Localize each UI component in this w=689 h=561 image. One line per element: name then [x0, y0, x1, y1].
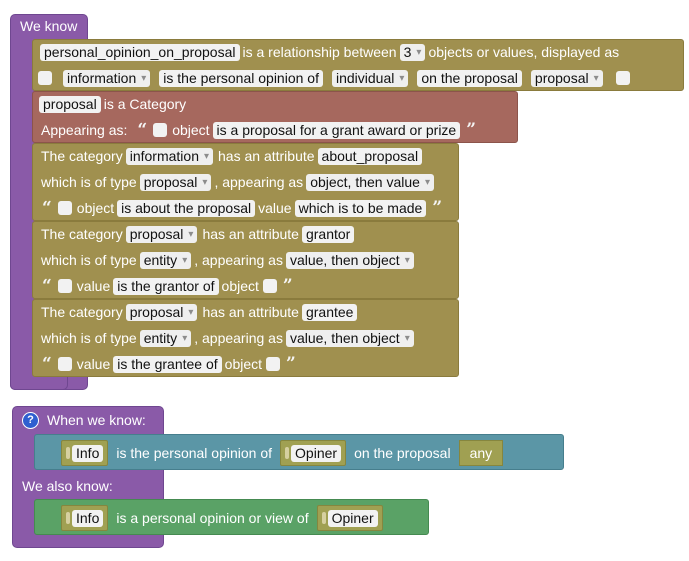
attr1-category-dropdown[interactable]: information — [125, 147, 214, 165]
role1-dropdown[interactable]: information — [63, 69, 151, 87]
plug-icon — [321, 512, 326, 524]
also-text1: is a personal opinion or view of — [116, 510, 309, 526]
we-know-label: We know — [20, 18, 78, 34]
open-quote-icon: “ — [137, 120, 148, 140]
also-var1-pill[interactable]: Info — [61, 505, 109, 531]
plug-icon — [285, 447, 290, 459]
attr3-order-dropdown[interactable]: value, then object — [285, 329, 414, 347]
also-var2-field[interactable]: Opiner — [327, 509, 378, 527]
plug-icon — [66, 447, 70, 459]
relationship-name-field[interactable]: personal_opinion_on_proposal — [40, 43, 240, 61]
attr3-first-word: value — [76, 356, 111, 372]
when-var2-pill[interactable]: Opiner — [280, 440, 347, 466]
attr1-checkbox[interactable] — [57, 201, 72, 215]
relationship-end-checkbox[interactable] — [615, 71, 630, 85]
attr1-first-word: object — [76, 200, 115, 216]
category-block[interactable]: proposal is a Category Appearing as: “ o… — [32, 91, 518, 143]
attr2-type-text: which is of type — [41, 252, 137, 268]
category-name-field[interactable]: proposal — [39, 95, 101, 113]
arity-dropdown[interactable]: 3 — [399, 43, 426, 61]
attr2-category-dropdown[interactable]: proposal — [125, 225, 198, 243]
also-var1-field[interactable]: Info — [72, 509, 104, 527]
attr2-phrase-field[interactable]: is the grantor of — [113, 277, 219, 295]
when-var3-pill[interactable]: any — [458, 440, 504, 466]
attr3-second-word: object — [224, 356, 263, 372]
category-checkbox[interactable] — [153, 123, 168, 137]
attr1-appearing-text: , appearing as — [214, 174, 304, 190]
attr3-has-attr: has an attribute — [202, 304, 299, 320]
attribute-block-3[interactable]: The category proposal has an attribute g… — [32, 299, 459, 377]
we-know-header: We know — [20, 15, 77, 37]
phrase2-field[interactable]: on the proposal — [417, 69, 522, 87]
help-icon[interactable]: ? — [22, 411, 39, 429]
relationship-block[interactable]: personal_opinion_on_proposal is a relati… — [32, 39, 684, 91]
attr1-close-quote-icon: ” — [432, 198, 443, 218]
attr1-prefix: The category — [41, 148, 123, 164]
attr2-tail-field[interactable] — [262, 279, 277, 293]
attr3-close-quote-icon: ” — [286, 354, 296, 374]
attr2-second-word: object — [221, 278, 259, 294]
attr3-appearing-text: , appearing as — [194, 330, 283, 346]
also-header: We also know: — [22, 475, 113, 497]
reorder-checkbox[interactable] — [38, 71, 52, 85]
attr2-order-dropdown[interactable]: value, then object — [285, 251, 414, 269]
attr2-first-word: value — [76, 278, 111, 294]
attr3-open-quote-icon: “ — [42, 354, 52, 374]
also-var2-pill[interactable]: Opiner — [316, 505, 383, 531]
attr1-tail-field[interactable]: which is to be made — [294, 199, 427, 217]
appearing-as-label: Appearing as: — [41, 122, 128, 138]
attr1-phrase-field[interactable]: is about the proposal — [117, 199, 256, 217]
role3-dropdown[interactable]: proposal — [530, 69, 603, 87]
attr2-close-quote-icon: ” — [282, 276, 293, 296]
relationship-displayed-text: objects or values, displayed as — [428, 44, 620, 60]
attr2-open-quote-icon: “ — [42, 276, 52, 296]
attr3-prefix: The category — [41, 304, 123, 320]
close-quote-icon: ” — [466, 120, 477, 140]
phrase1-field[interactable]: is the personal opinion of — [159, 69, 323, 87]
attr3-type-dropdown[interactable]: entity — [139, 329, 192, 347]
attr2-type-dropdown[interactable]: entity — [139, 251, 192, 269]
category-text: is a Category — [103, 96, 187, 112]
when-var2-field[interactable]: Opiner — [291, 444, 342, 462]
when-label: When we know: — [47, 412, 146, 428]
attr1-type-dropdown[interactable]: proposal — [139, 173, 212, 191]
attribute-block-2[interactable]: The category proposal has an attribute g… — [32, 221, 459, 299]
attr1-type-text: which is of type — [41, 174, 137, 190]
plug-icon — [66, 512, 70, 524]
attr3-attribute-field[interactable]: grantee — [301, 303, 358, 321]
also-label: We also know: — [22, 478, 113, 494]
relationship-text: is a relationship between — [242, 44, 397, 60]
when-var1-field[interactable]: Info — [72, 444, 104, 462]
attr3-category-dropdown[interactable]: proposal — [125, 303, 198, 321]
attr1-has-attr: has an attribute — [218, 148, 315, 164]
when-header: ? When we know: — [22, 409, 146, 431]
category-word: object — [172, 122, 210, 138]
attr1-second-word: value — [258, 200, 292, 216]
attr3-checkbox[interactable] — [57, 357, 72, 371]
when-var1-pill[interactable]: Info — [61, 440, 109, 466]
attr1-order-dropdown[interactable]: object, then value — [306, 173, 434, 191]
attr3-phrase-field[interactable]: is the grantee of — [113, 355, 222, 373]
attribute-block-1[interactable]: The category information has an attribut… — [32, 143, 459, 221]
attr2-checkbox[interactable] — [57, 279, 72, 293]
role2-dropdown[interactable]: individual — [331, 69, 409, 87]
attr2-prefix: The category — [41, 226, 123, 242]
category-description-field[interactable]: is a proposal for a grant award or prize — [212, 121, 461, 139]
attr1-open-quote-icon: “ — [42, 198, 52, 218]
attr3-tail-field[interactable] — [266, 357, 281, 371]
attr2-appearing-text: , appearing as — [194, 252, 283, 268]
also-conclusion-block[interactable]: Info is a personal opinion or view of Op… — [34, 499, 429, 535]
when-var3-label: any — [469, 445, 493, 461]
when-condition-block[interactable]: Info is the personal opinion of Opiner o… — [34, 434, 564, 470]
when-text1: is the personal opinion of — [116, 445, 273, 461]
attr2-has-attr: has an attribute — [202, 226, 299, 242]
attr2-attribute-field[interactable]: grantor — [301, 225, 355, 243]
attr1-attribute-field[interactable]: about_proposal — [317, 147, 423, 165]
when-text2: on the proposal — [354, 445, 451, 461]
attr3-type-text: which is of type — [41, 330, 137, 346]
